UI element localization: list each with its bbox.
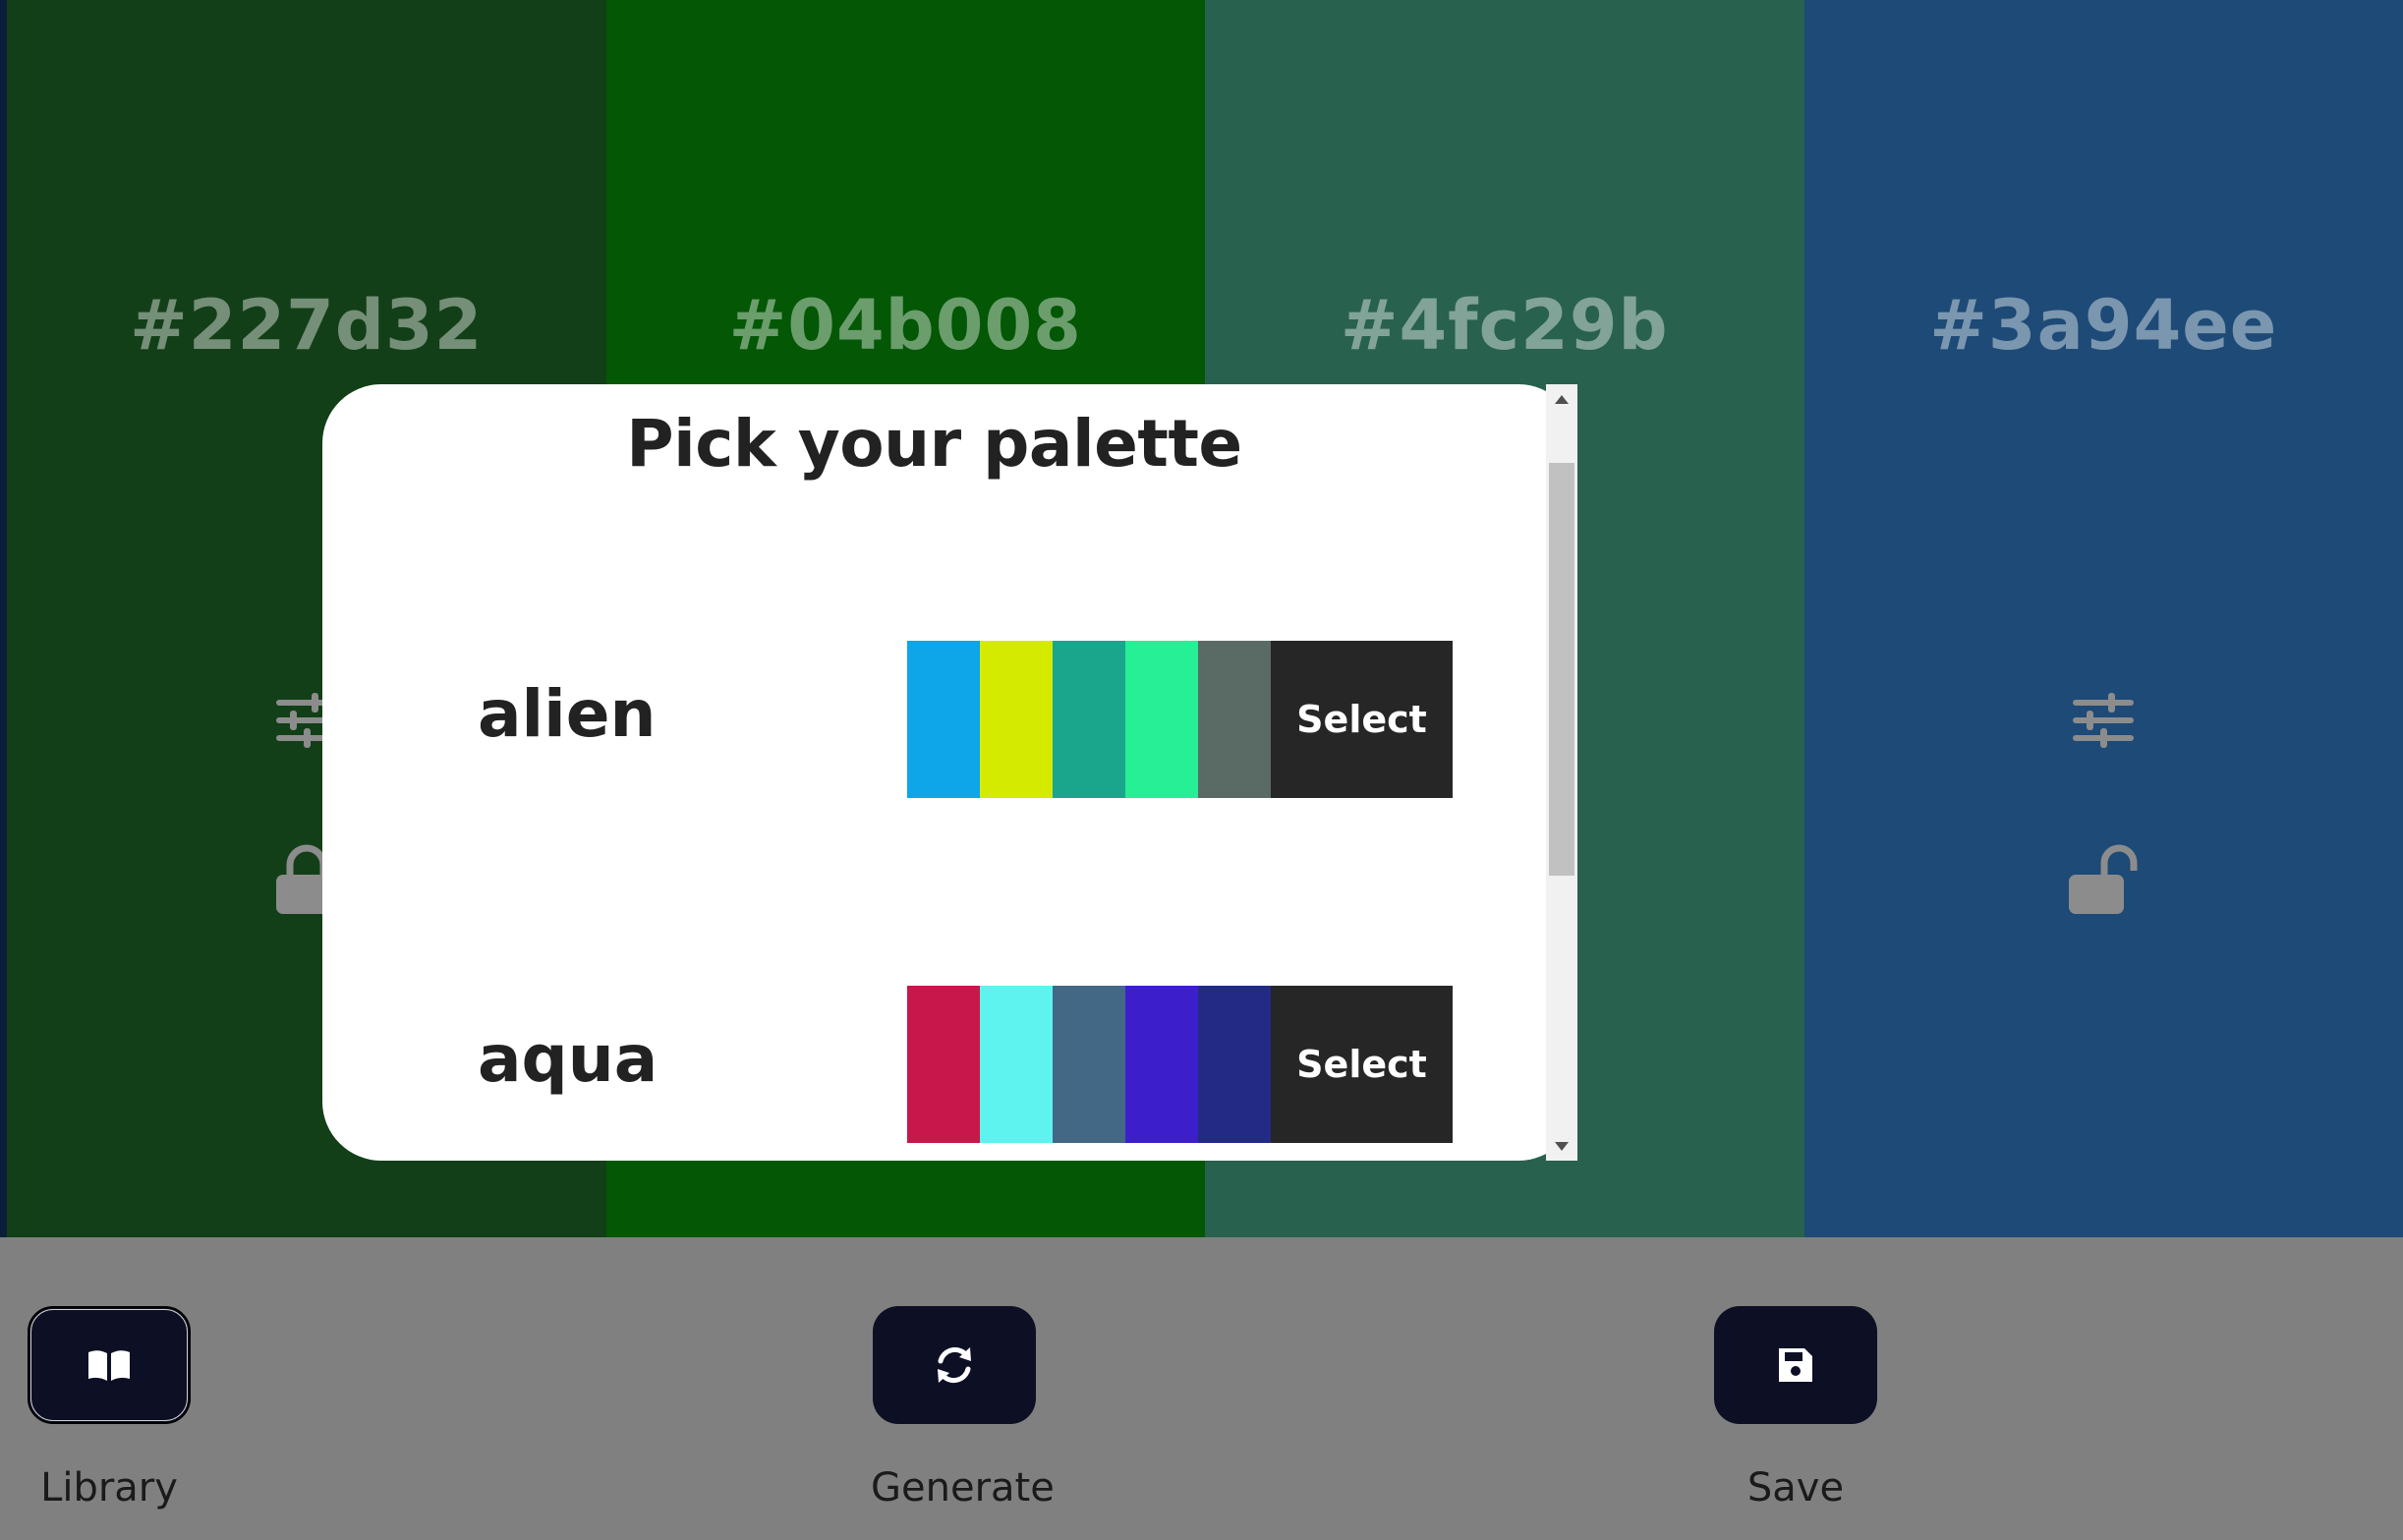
palette-swatch (1053, 641, 1125, 798)
color-hex-label[interactable]: #3a94ee (1804, 285, 2403, 366)
palette-row-aqua: aqua Select (322, 986, 1546, 1143)
bottom-toolbar: Library Generate Save (0, 1237, 2403, 1540)
palette-row-alien: alien Select (322, 641, 1546, 798)
palette-swatch (980, 641, 1053, 798)
generate-label: Generate (871, 1465, 1055, 1511)
palette-picker-modal: Pick your palette alien Select aqua Sele… (322, 384, 1577, 1161)
save-label: Save (1746, 1465, 1845, 1511)
refresh-icon (938, 1346, 971, 1384)
library-label: Library (40, 1465, 178, 1511)
color-hex-label[interactable]: #227d32 (7, 285, 606, 366)
palette-swatch (907, 641, 980, 798)
edge-strip (0, 0, 7, 1237)
palette-name: aqua (478, 1021, 658, 1097)
sliders-icon[interactable] (2071, 693, 2136, 748)
floppy-disk-icon (1779, 1348, 1812, 1382)
generate-button[interactable] (873, 1306, 1036, 1424)
scrollbar-thumb[interactable] (1549, 463, 1574, 876)
scroll-up-arrow-icon[interactable] (1546, 384, 1577, 414)
palette-swatch (1125, 986, 1198, 1143)
color-hex-label[interactable]: #4fc29b (1205, 285, 1804, 366)
scroll-down-arrow-icon[interactable] (1546, 1131, 1577, 1161)
color-column-4[interactable]: #3a94ee (1803, 0, 2403, 1237)
library-action: Library (26, 1306, 193, 1511)
save-button[interactable] (1714, 1306, 1877, 1424)
modal-title: Pick your palette (626, 406, 1242, 482)
save-action: Save (1712, 1306, 1879, 1511)
select-aqua-button[interactable]: Select (1271, 986, 1453, 1143)
color-hex-label[interactable]: #04b008 (606, 285, 1206, 366)
book-icon (88, 1350, 130, 1381)
modal-scrollbar[interactable] (1546, 384, 1577, 1161)
select-alien-button[interactable]: Select (1271, 641, 1453, 798)
palette-swatch (1125, 641, 1198, 798)
palette-swatch (907, 986, 980, 1143)
palette-swatch (1198, 641, 1271, 798)
palette-swatch (1053, 986, 1125, 1143)
palette-generator-app: #227d32 #04b008 #4fc29b #3a94ee Pick you… (0, 0, 2403, 1540)
unlock-icon[interactable] (2067, 843, 2140, 916)
palette-name: alien (478, 676, 657, 752)
palette-swatches: Select (907, 641, 1453, 798)
library-button[interactable] (28, 1306, 191, 1424)
palette-swatch (980, 986, 1053, 1143)
generate-action: Generate (871, 1306, 1055, 1511)
palette-swatch (1198, 986, 1271, 1143)
palette-swatches: Select (907, 986, 1453, 1143)
